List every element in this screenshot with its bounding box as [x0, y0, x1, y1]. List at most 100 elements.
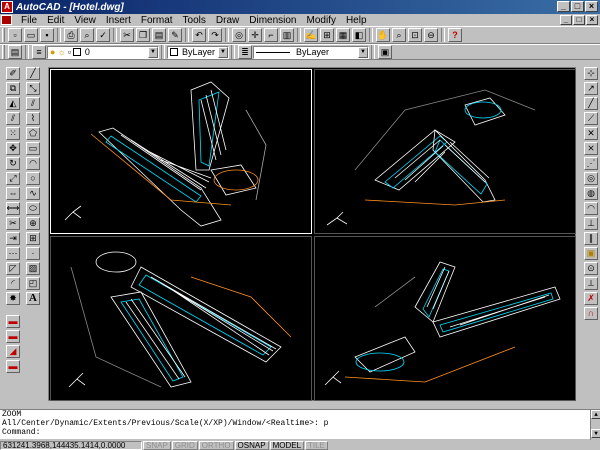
- command-window[interactable]: ZOOM All/Center/Dynamic/Extents/Previous…: [0, 409, 600, 440]
- arc-icon[interactable]: ◠: [26, 157, 40, 170]
- menu-format[interactable]: Format: [136, 15, 178, 26]
- scale-icon[interactable]: ⤢: [6, 172, 20, 185]
- viewport-bottom-right[interactable]: [314, 236, 576, 401]
- stretch-icon[interactable]: ⇔: [6, 187, 20, 200]
- command-scrollbar[interactable]: ▲ ▼: [590, 410, 600, 440]
- layer-dropdown[interactable]: ● ☼ ▫ 0 ▼: [47, 45, 159, 59]
- model-space-area[interactable]: [48, 67, 576, 401]
- coordinate-display[interactable]: 631241.3968,144435.1414,0.0000: [0, 440, 142, 450]
- text-icon[interactable]: A: [26, 292, 40, 305]
- properties-icon[interactable]: ▣: [378, 45, 392, 59]
- osnap-settings-icon[interactable]: ∩: [584, 307, 598, 320]
- cut-icon[interactable]: ✂: [120, 28, 134, 42]
- chamfer-icon[interactable]: ◸: [6, 262, 20, 275]
- match-properties-icon[interactable]: ✎: [168, 28, 182, 42]
- zoom-realtime-icon[interactable]: ⌕: [392, 28, 406, 42]
- menu-modify[interactable]: Modify: [302, 15, 341, 26]
- menu-insert[interactable]: Insert: [101, 15, 136, 26]
- pan-icon[interactable]: ✋: [376, 28, 390, 42]
- chevron-down-icon[interactable]: ▼: [218, 46, 228, 58]
- extend-icon[interactable]: ⇥: [6, 232, 20, 245]
- menu-view[interactable]: View: [69, 15, 101, 26]
- tile-toggle[interactable]: TILE: [305, 440, 328, 450]
- snap-tracking-icon[interactable]: ⊹: [584, 67, 598, 80]
- snap-quadrant-icon[interactable]: ◍: [584, 187, 598, 200]
- menu-help[interactable]: Help: [341, 15, 372, 26]
- block-tool-icon[interactable]: ▬: [6, 330, 20, 343]
- object-snap-icon[interactable]: ✛: [248, 28, 262, 42]
- view-icon[interactable]: ▦: [336, 28, 350, 42]
- insert-block-icon[interactable]: ⊕: [26, 217, 40, 230]
- print-preview-icon[interactable]: ⌕: [80, 28, 94, 42]
- menu-file[interactable]: File: [16, 15, 42, 26]
- color-dropdown[interactable]: ByLayer ▼: [167, 45, 229, 59]
- copy-object-icon[interactable]: ⧉: [6, 82, 20, 95]
- paste-icon[interactable]: ▤: [152, 28, 166, 42]
- layers-icon[interactable]: ≡: [32, 45, 46, 59]
- region-icon[interactable]: ◰: [26, 277, 40, 290]
- new-icon[interactable]: ▫: [8, 28, 22, 42]
- named-views-icon[interactable]: ⊞: [320, 28, 334, 42]
- print-icon[interactable]: ⎙: [64, 28, 78, 42]
- grid-toggle[interactable]: GRID: [171, 440, 198, 450]
- point-icon[interactable]: ·: [26, 247, 40, 260]
- linetype-dropdown[interactable]: ByLayer ▼: [253, 45, 369, 59]
- hatch-icon[interactable]: ▨: [26, 262, 40, 275]
- redo-icon[interactable]: ↷: [208, 28, 222, 42]
- shade-icon[interactable]: ◧: [352, 28, 366, 42]
- scroll-up-icon[interactable]: ▲: [591, 410, 600, 419]
- circle-icon[interactable]: ○: [26, 172, 40, 185]
- menu-dimension[interactable]: Dimension: [244, 15, 301, 26]
- snap-perpendicular-icon[interactable]: ⊥: [584, 217, 598, 230]
- rotate-icon[interactable]: ↻: [6, 157, 20, 170]
- move-icon[interactable]: ✥: [6, 142, 20, 155]
- zoom-previous-icon[interactable]: ⊖: [424, 28, 438, 42]
- open-icon[interactable]: ▭: [24, 28, 38, 42]
- explode-icon[interactable]: ✸: [6, 292, 20, 305]
- copy-icon[interactable]: ❐: [136, 28, 150, 42]
- zoom-window-icon[interactable]: ⊡: [408, 28, 422, 42]
- make-layer-current-icon[interactable]: ▤: [8, 45, 22, 59]
- ellipse-icon[interactable]: ⬭: [26, 202, 40, 215]
- snap-node-icon[interactable]: ⊙: [584, 262, 598, 275]
- erase-icon[interactable]: ✐: [6, 67, 20, 80]
- ucs-icon[interactable]: ⌐: [264, 28, 278, 42]
- snap-extension-icon[interactable]: ⋰: [584, 157, 598, 170]
- multiline-icon[interactable]: ⫽: [26, 97, 40, 110]
- menu-edit[interactable]: Edit: [42, 15, 69, 26]
- rectangle-icon[interactable]: ▭: [26, 142, 40, 155]
- autocad-app-icon[interactable]: A: [1, 1, 13, 13]
- minimize-button[interactable]: _: [557, 1, 570, 12]
- viewport-bottom-left[interactable]: [50, 236, 312, 401]
- mirror-icon[interactable]: ◭: [6, 97, 20, 110]
- make-block-icon[interactable]: ⊞: [26, 232, 40, 245]
- save-icon[interactable]: ▪: [40, 28, 54, 42]
- close-button[interactable]: ×: [585, 1, 598, 12]
- inquiry-icon[interactable]: ▥: [280, 28, 294, 42]
- menu-tools[interactable]: Tools: [178, 15, 211, 26]
- snap-center-icon[interactable]: ◎: [584, 172, 598, 185]
- snap-nearest-icon[interactable]: ⟂: [584, 277, 598, 290]
- menu-draw[interactable]: Draw: [211, 15, 244, 26]
- attribute-tool-icon[interactable]: ◢: [6, 345, 20, 358]
- snap-insert-icon[interactable]: ▣: [584, 247, 598, 260]
- help-icon[interactable]: ?: [448, 28, 462, 42]
- toolbar-grip[interactable]: [2, 28, 5, 42]
- linetype-icon[interactable]: ≣: [238, 45, 252, 59]
- break-icon[interactable]: ⋯: [6, 247, 20, 260]
- maximize-button[interactable]: □: [571, 1, 584, 12]
- command-prompt[interactable]: Command:: [2, 428, 600, 437]
- toolbar-grip[interactable]: [2, 45, 5, 59]
- snap-endpoint-icon[interactable]: ╱: [584, 97, 598, 110]
- snap-from-icon[interactable]: ↗: [584, 82, 598, 95]
- trim-icon[interactable]: ✂: [6, 217, 20, 230]
- spline-icon[interactable]: ∿: [26, 187, 40, 200]
- launch-browser-icon[interactable]: ◎: [232, 28, 246, 42]
- polygon-icon[interactable]: ⬠: [26, 127, 40, 140]
- doc-restore-button[interactable]: □: [573, 15, 585, 25]
- model-toggle[interactable]: MODEL: [269, 440, 305, 450]
- undo-icon[interactable]: ↶: [192, 28, 206, 42]
- polyline-icon[interactable]: ⌇: [26, 112, 40, 125]
- spelling-icon[interactable]: ✓: [96, 28, 110, 42]
- snap-intersection-icon[interactable]: ✕: [584, 127, 598, 140]
